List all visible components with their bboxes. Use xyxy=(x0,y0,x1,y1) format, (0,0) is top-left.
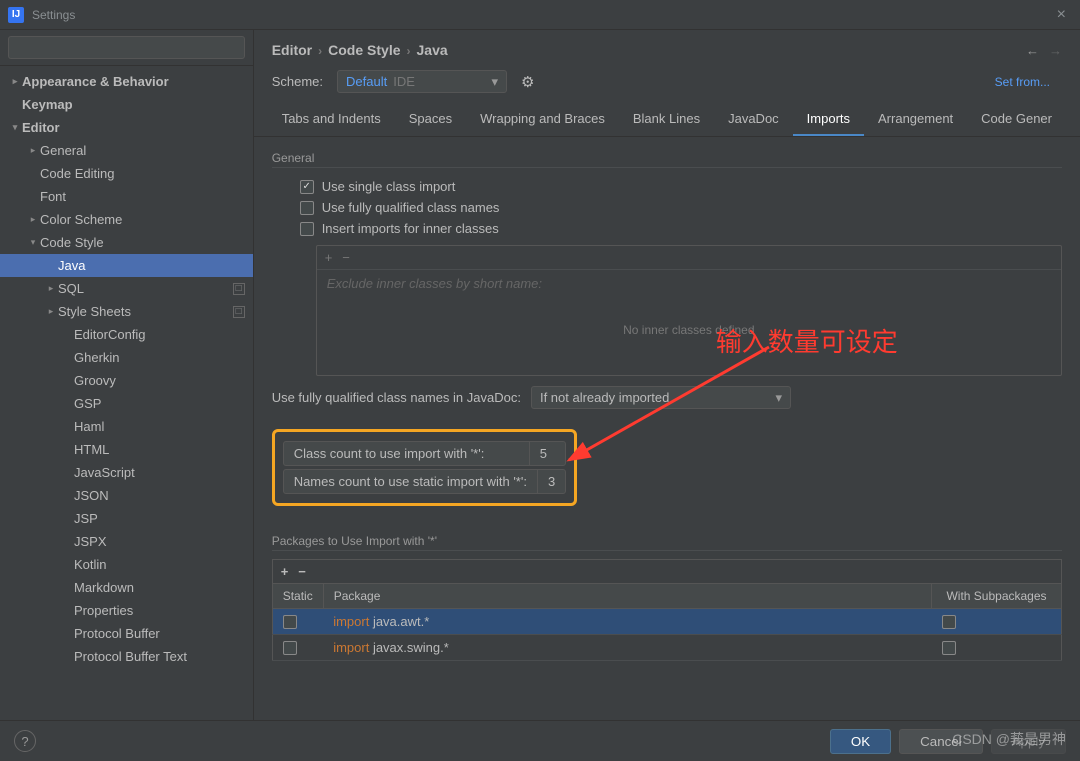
checkbox-icon[interactable] xyxy=(942,641,956,655)
tree-item-keymap[interactable]: Keymap xyxy=(0,93,253,116)
tree-item-general[interactable]: ▸General xyxy=(0,139,253,162)
tree-item-protocol-buffer[interactable]: Protocol Buffer xyxy=(0,622,253,645)
tree-item-style-sheets[interactable]: ▸Style Sheets□ xyxy=(0,300,253,323)
tabs: Tabs and IndentsSpacesWrapping and Brace… xyxy=(254,103,1080,137)
tab-arrangement[interactable]: Arrangement xyxy=(864,103,967,136)
tree-item-code-editing[interactable]: Code Editing xyxy=(0,162,253,185)
main-panel: Editor›Code Style›Java ← → Scheme: Defau… xyxy=(254,30,1080,720)
remove-icon[interactable]: − xyxy=(298,564,306,579)
close-icon[interactable]: × xyxy=(1051,6,1072,24)
scheme-select[interactable]: DefaultIDE xyxy=(337,70,507,93)
app-icon: IJ xyxy=(8,7,24,23)
apply-button[interactable]: Apply xyxy=(991,729,1066,754)
import-count-highlight: Class count to use import with '*': 5 Na… xyxy=(272,429,578,506)
section-packages: Packages to Use Import with '*' xyxy=(272,534,1062,551)
settings-panel: General Use single class import Use full… xyxy=(254,137,1080,720)
tree-item-gsp[interactable]: GSP xyxy=(0,392,253,415)
window-title: Settings xyxy=(32,8,75,22)
insert-imports-inner[interactable]: Insert imports for inner classes xyxy=(272,218,1062,239)
tab-spaces[interactable]: Spaces xyxy=(395,103,466,136)
tree-item-jspx[interactable]: JSPX xyxy=(0,530,253,553)
tree-item-json[interactable]: JSON xyxy=(0,484,253,507)
cancel-button[interactable]: Cancel xyxy=(899,729,983,754)
tree-item-haml[interactable]: Haml xyxy=(0,415,253,438)
tab-javadoc[interactable]: JavaDoc xyxy=(714,103,793,136)
back-icon[interactable]: ← xyxy=(1026,43,1039,58)
forward-icon[interactable]: → xyxy=(1049,43,1062,58)
checkbox-icon[interactable] xyxy=(942,615,956,629)
names-count-input[interactable]: 3 xyxy=(538,470,565,493)
tree-item-appearance-behavior[interactable]: ▸Appearance & Behavior xyxy=(0,70,253,93)
titlebar: IJ Settings × xyxy=(0,0,1080,30)
tab-tabs-and-indents[interactable]: Tabs and Indents xyxy=(268,103,395,136)
use-fqcn[interactable]: Use fully qualified class names xyxy=(272,197,1062,218)
checkbox-icon[interactable] xyxy=(300,222,314,236)
class-count-input[interactable]: 5 xyxy=(530,442,557,465)
section-general: General xyxy=(272,151,1062,168)
add-icon[interactable]: + xyxy=(325,250,333,265)
class-count-row[interactable]: Class count to use import with '*': 5 xyxy=(283,441,567,466)
tree-item-editor[interactable]: ▾Editor xyxy=(0,116,253,139)
packages-toolbar: + − xyxy=(272,559,1062,583)
tree-item-html[interactable]: HTML xyxy=(0,438,253,461)
checkbox-icon[interactable] xyxy=(283,641,297,655)
remove-icon[interactable]: − xyxy=(342,250,350,265)
tree-item-font[interactable]: Font xyxy=(0,185,253,208)
sidebar: 🔍 ▸Appearance & BehaviorKeymap▾Editor▸Ge… xyxy=(0,30,254,720)
tab-code-gener[interactable]: Code Gener xyxy=(967,103,1066,136)
help-button[interactable]: ? xyxy=(14,730,36,752)
breadcrumb: Editor›Code Style›Java xyxy=(272,42,448,58)
tree-item-color-scheme[interactable]: ▸Color Scheme xyxy=(0,208,253,231)
names-count-row[interactable]: Names count to use static import with '*… xyxy=(283,469,567,494)
tree-item-jsp[interactable]: JSP xyxy=(0,507,253,530)
footer: ? OK Cancel Apply xyxy=(0,720,1080,761)
table-row[interactable]: import java.awt.* xyxy=(272,609,1061,635)
tree-item-code-style[interactable]: ▾Code Style xyxy=(0,231,253,254)
tree-item-sql[interactable]: ▸SQL□ xyxy=(0,277,253,300)
search-input[interactable] xyxy=(8,36,245,59)
tree-item-markdown[interactable]: Markdown xyxy=(0,576,253,599)
tab-wrapping-and-braces[interactable]: Wrapping and Braces xyxy=(466,103,619,136)
gear-icon[interactable]: ⚙ xyxy=(521,73,534,91)
settings-tree: ▸Appearance & BehaviorKeymap▾Editor▸Gene… xyxy=(0,66,253,720)
use-single-class-import[interactable]: Use single class import xyxy=(272,176,1062,197)
tree-item-protocol-buffer-text[interactable]: Protocol Buffer Text xyxy=(0,645,253,668)
tree-item-groovy[interactable]: Groovy xyxy=(0,369,253,392)
packages-table: Static Package With Subpackages import j… xyxy=(272,583,1062,661)
scheme-label: Scheme: xyxy=(272,74,323,89)
checkbox-icon[interactable] xyxy=(300,180,314,194)
tree-item-gherkin[interactable]: Gherkin xyxy=(0,346,253,369)
tree-item-java[interactable]: Java xyxy=(0,254,253,277)
javadoc-select[interactable]: If not already imported xyxy=(531,386,791,409)
checkbox-icon[interactable] xyxy=(300,201,314,215)
exclude-inner-classes-box: + − Exclude inner classes by short name:… xyxy=(316,245,1062,376)
tree-item-kotlin[interactable]: Kotlin xyxy=(0,553,253,576)
table-row[interactable]: import javax.swing.* xyxy=(272,635,1061,661)
tab-imports[interactable]: Imports xyxy=(793,103,864,136)
ok-button[interactable]: OK xyxy=(830,729,891,754)
tree-item-properties[interactable]: Properties xyxy=(0,599,253,622)
tree-item-javascript[interactable]: JavaScript xyxy=(0,461,253,484)
tab-blank-lines[interactable]: Blank Lines xyxy=(619,103,714,136)
checkbox-icon[interactable] xyxy=(283,615,297,629)
set-from-link[interactable]: Set from... xyxy=(995,75,1062,89)
javadoc-label: Use fully qualified class names in JavaD… xyxy=(272,390,521,405)
tree-item-editorconfig[interactable]: EditorConfig xyxy=(0,323,253,346)
add-icon[interactable]: + xyxy=(281,564,289,579)
